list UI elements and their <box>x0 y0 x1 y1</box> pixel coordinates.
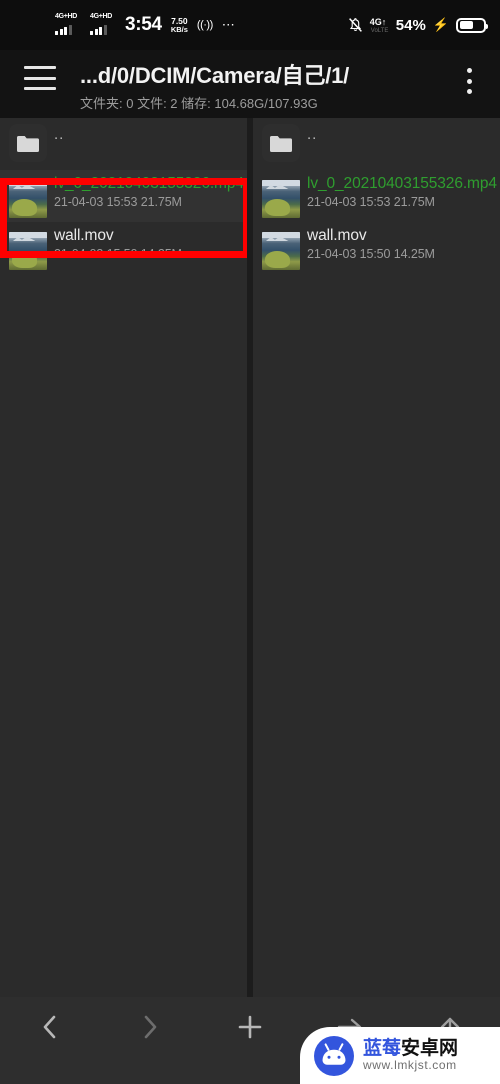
battery-percent-label: 54% <box>395 16 426 34</box>
watermark-title-part2: 安卓网 <box>401 1038 459 1060</box>
hotspot-icon: ((·)) <box>196 19 213 31</box>
plus-icon <box>238 1015 262 1039</box>
parent-directory-row[interactable]: .. <box>0 118 247 170</box>
add-button[interactable] <box>200 997 300 1057</box>
dual-pane-file-browser: .. lv_0_20210403155326.mp4 21-04-03 15:5… <box>0 118 500 997</box>
data-network-label: 4G <box>369 16 382 27</box>
file-details: 21-04-03 15:53 21.75M <box>54 195 182 209</box>
file-name: wall.mov <box>307 227 367 244</box>
file-details: 21-04-03 15:53 21.75M <box>307 195 435 209</box>
video-thumbnail <box>262 232 300 270</box>
list-item[interactable]: lv_0_20210403155326.mp4 21-04-03 15:53 2… <box>0 170 247 222</box>
left-panel[interactable]: .. lv_0_20210403155326.mp4 21-04-03 15:5… <box>0 118 247 997</box>
watermark-title-part1: 蓝莓 <box>363 1038 402 1060</box>
list-item-meta: wall.mov 21-04-03 15:50 14.25M <box>307 226 500 261</box>
status-bar-right: 4G↑ VoLTE 54% ⚡ <box>348 16 488 34</box>
video-thumbnail <box>262 180 300 218</box>
android-robot-logo <box>314 1035 354 1076</box>
status-bar: 4G+HD 4G+HD 3:54 7.50 KB/s ((·)) ⋯ 4G↑ V… <box>0 0 500 50</box>
file-details: 21-04-03 15:50 14.25M <box>54 247 182 261</box>
chevron-left-icon <box>43 1015 56 1039</box>
parent-directory-label: .. <box>307 126 318 143</box>
network-speed-unit: KB/s <box>170 24 188 34</box>
lightning-bolt-icon: ⚡ <box>432 17 449 32</box>
more-dots-icon: ⋯ <box>221 17 236 32</box>
chevron-right-icon <box>144 1015 157 1039</box>
status-bar-left: 4G+HD 4G+HD 3:54 7.50 KB/s ((·)) ⋯ <box>55 13 236 36</box>
watermark-url: www.lmkjst.com <box>363 1058 457 1073</box>
app-header: ...d/0/DCIM/Camera/自己/1/ 文件夹: 0 文件: 2 储存… <box>0 50 500 118</box>
list-item[interactable]: wall.mov 21-04-03 15:50 14.25M <box>0 222 247 274</box>
watermark-title: 蓝莓安卓网 <box>363 1039 458 1059</box>
list-item[interactable]: lv_0_20210403155326.mp4 21-04-03 15:53 2… <box>253 170 500 222</box>
file-name: lv_0_20210403155326.mp4 <box>307 175 497 192</box>
file-details: 21-04-03 15:50 14.25M <box>307 247 435 261</box>
sim1-signal-icon: 4G+HD <box>55 13 81 36</box>
forward-button[interactable] <box>100 997 200 1057</box>
header-text-block: ...d/0/DCIM/Camera/自己/1/ 文件夹: 0 文件: 2 储存… <box>80 58 444 112</box>
sim1-network-label: 4G+HD <box>55 13 78 20</box>
more-vertical-icon[interactable] <box>458 68 480 94</box>
right-panel[interactable]: .. lv_0_20210403155326.mp4 21-04-03 15:5… <box>253 118 500 997</box>
list-item-meta: wall.mov 21-04-03 15:50 14.25M <box>54 226 247 261</box>
data-network-icon: 4G↑ VoLTE <box>369 16 389 34</box>
data-network-sub: VoLTE <box>370 27 389 34</box>
battery-icon <box>456 17 488 33</box>
folder-stats-label: 文件夹: 0 文件: 2 储存: 104.68G/107.93G <box>80 96 318 111</box>
hamburger-menu-icon[interactable] <box>24 66 56 90</box>
folder-icon <box>9 124 47 162</box>
list-item[interactable]: wall.mov 21-04-03 15:50 14.25M <box>253 222 500 274</box>
status-bar-clock: 3:54 <box>125 14 162 35</box>
back-button[interactable] <box>0 997 100 1057</box>
file-name: lv_0_20210403155326.mp4 <box>54 175 244 192</box>
current-path-title: ...d/0/DCIM/Camera/自己/1/ <box>80 63 350 88</box>
network-speed-indicator: 7.50 KB/s <box>171 17 188 33</box>
list-item-meta: lv_0_20210403155326.mp4 21-04-03 15:53 2… <box>307 174 500 209</box>
site-watermark: 蓝莓安卓网 www.lmkjst.com <box>300 1027 500 1084</box>
folder-icon <box>262 124 300 162</box>
video-thumbnail <box>9 180 47 218</box>
parent-directory-label: .. <box>54 126 65 143</box>
watermark-text: 蓝莓安卓网 www.lmkjst.com <box>363 1039 458 1072</box>
file-name: wall.mov <box>54 227 114 244</box>
sim2-signal-icon: 4G+HD <box>90 13 116 36</box>
video-thumbnail <box>9 232 47 270</box>
phone-screen: 4G+HD 4G+HD 3:54 7.50 KB/s ((·)) ⋯ 4G↑ V… <box>0 0 500 1084</box>
list-item-meta: lv_0_20210403155326.mp4 21-04-03 15:53 2… <box>54 174 247 209</box>
bell-muted-icon <box>348 17 363 33</box>
sim2-network-label: 4G+HD <box>90 13 113 20</box>
parent-directory-row[interactable]: .. <box>253 118 500 170</box>
